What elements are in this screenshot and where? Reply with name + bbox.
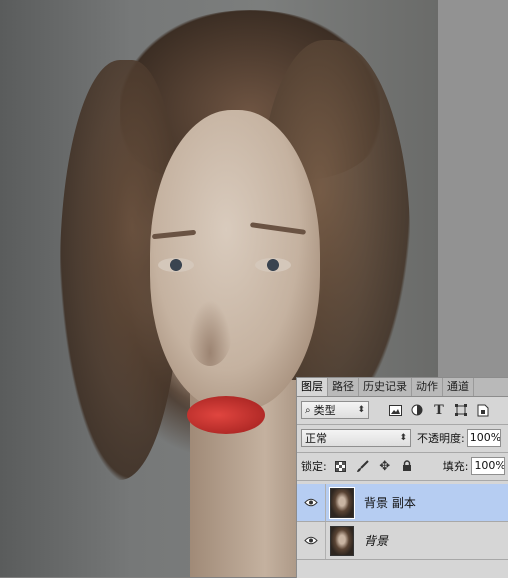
lock-all-icon[interactable] bbox=[399, 458, 415, 474]
layer-row[interactable]: 背景 副本 bbox=[297, 484, 508, 522]
updown-arrow-icon: ⬍ bbox=[357, 405, 365, 415]
blend-mode-value: 正常 bbox=[305, 432, 327, 445]
lock-label: 锁定: bbox=[301, 460, 327, 473]
lips bbox=[187, 396, 265, 434]
search-icon: ⌕ bbox=[305, 404, 311, 416]
layer-thumbnail bbox=[329, 486, 355, 519]
filter-kind-label: 类型 bbox=[313, 404, 336, 417]
smart-object-filter-icon[interactable] bbox=[475, 402, 491, 418]
blend-row: 正常 ⬍ 不透明度: 100% bbox=[297, 427, 508, 449]
layer-name[interactable]: 背景 bbox=[364, 532, 388, 549]
adjustment-filter-icon[interactable] bbox=[409, 402, 425, 418]
tab-layers[interactable]: 图层 bbox=[297, 378, 328, 396]
image-filter-icon[interactable] bbox=[387, 402, 403, 418]
filter-kind-select[interactable]: ⌕ 类型 ⬍ bbox=[301, 401, 369, 419]
fill-field[interactable]: 100% bbox=[471, 457, 506, 475]
opacity-field[interactable]: 100% bbox=[466, 429, 501, 447]
layers-panel: 图层 路径 历史记录 动作 通道 ⌕ 类型 ⬍ T 正常 ⬍ 不透明度: 100… bbox=[296, 377, 508, 578]
layer-row[interactable]: 背景 bbox=[297, 522, 508, 560]
lock-transparency-icon[interactable] bbox=[333, 458, 349, 474]
updown-arrow-icon: ⬍ bbox=[399, 433, 407, 443]
visibility-eye-icon[interactable] bbox=[297, 484, 326, 521]
tab-channels[interactable]: 通道 bbox=[443, 378, 474, 396]
fill-label: 填充: bbox=[442, 460, 469, 473]
lock-pixels-brush-icon[interactable] bbox=[355, 458, 371, 474]
shape-filter-icon[interactable] bbox=[453, 402, 469, 418]
visibility-eye-icon[interactable] bbox=[297, 522, 326, 559]
lock-row: 锁定: ✥ 填充: 100% bbox=[297, 455, 508, 477]
blend-mode-select[interactable]: 正常 ⬍ bbox=[301, 429, 411, 447]
tab-history[interactable]: 历史记录 bbox=[359, 378, 412, 396]
type-filter-icon[interactable]: T bbox=[431, 402, 447, 418]
layer-thumbnail bbox=[330, 525, 354, 556]
tab-paths[interactable]: 路径 bbox=[328, 378, 359, 396]
panel-tabs: 图层 路径 历史记录 动作 通道 bbox=[297, 378, 508, 397]
opacity-label: 不透明度: bbox=[417, 432, 465, 445]
lock-position-move-icon[interactable]: ✥ bbox=[377, 458, 393, 474]
filter-row: ⌕ 类型 ⬍ T bbox=[297, 399, 508, 421]
tab-actions[interactable]: 动作 bbox=[412, 378, 443, 396]
layer-name[interactable]: 背景 副本 bbox=[364, 494, 416, 511]
